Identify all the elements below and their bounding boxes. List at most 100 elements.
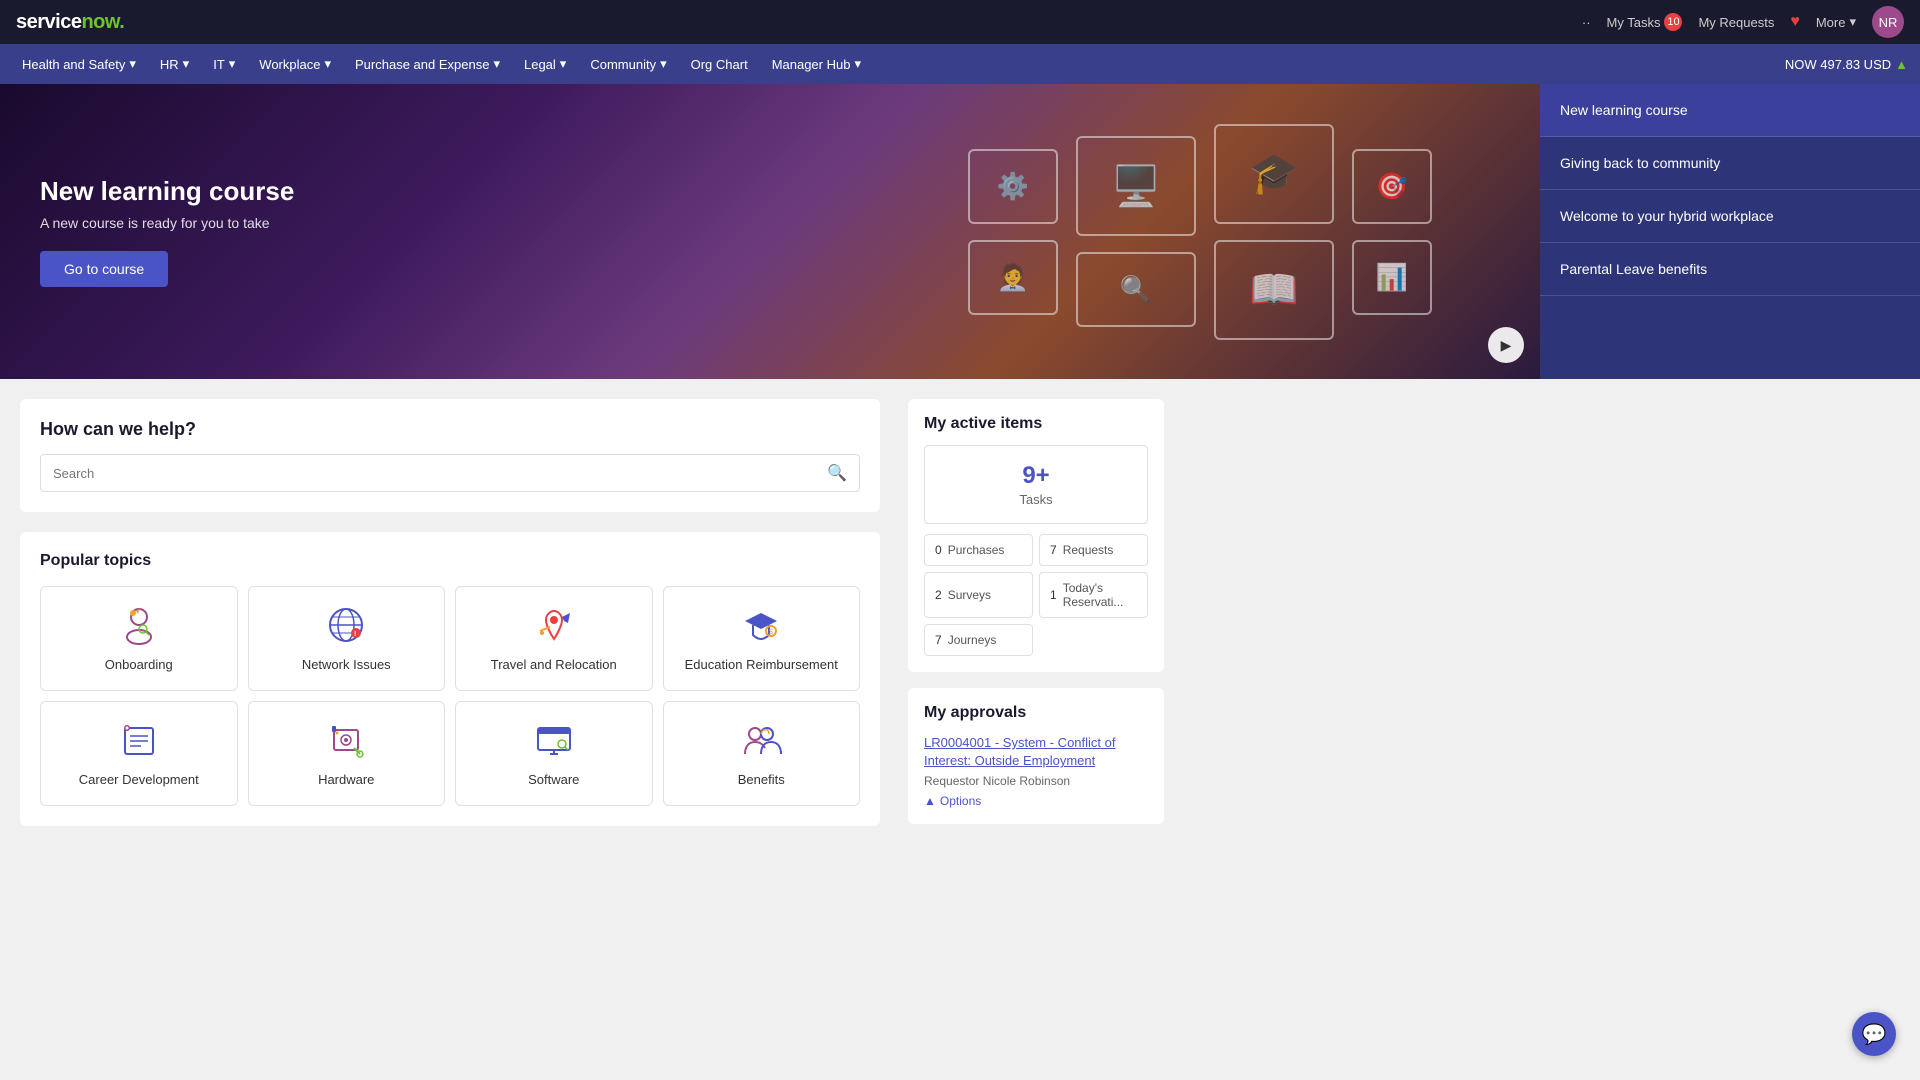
reservations-label: Today's Reservati... [1063,581,1137,609]
topic-software[interactable]: Software [455,701,653,806]
more-label: More [1816,15,1846,30]
chevron-down-icon: ▾ [854,56,861,72]
onboarding-icon [117,603,161,647]
benefits-label: Benefits [738,772,785,789]
education-label: Education Reimbursement [685,657,838,674]
hero-book-icon: 📖 [1214,240,1334,340]
nav-org-chart[interactable]: Org Chart [681,51,758,78]
tasks-count: 9+ [941,462,1131,490]
item-reservations[interactable]: 1 Today's Reservati... [1039,572,1148,618]
career-label: Career Development [79,772,199,789]
network-issues-label: Network Issues [302,657,391,674]
approval-requestor: Requestor Nicole Robinson [924,774,1148,788]
search-box[interactable]: 🔍 [40,454,860,492]
topic-benefits[interactable]: Benefits [663,701,861,806]
more-menu[interactable]: More ▾ [1816,14,1856,30]
chevron-down-icon: ▾ [229,56,236,72]
nav-items: Health and Safety ▾ HR ▾ IT ▾ Workplace … [12,50,871,78]
go-to-course-button[interactable]: Go to course [40,251,168,287]
topic-hardware[interactable]: Hardware [248,701,446,806]
nav-bar: Health and Safety ▾ HR ▾ IT ▾ Workplace … [0,44,1920,84]
favorites-heart-icon[interactable]: ♥ [1790,13,1800,31]
avatar[interactable]: NR [1872,6,1904,38]
network-icon: ! [324,603,368,647]
nav-community[interactable]: Community ▾ [580,50,676,78]
help-title: How can we help? [40,419,860,440]
topic-travel-relocation[interactable]: Travel and Relocation [455,586,653,691]
topic-education[interactable]: $ Education Reimbursement [663,586,861,691]
hero-subtitle: A new course is ready for you to take [40,215,294,231]
approval-link[interactable]: LR0004001 - System - Conflict of Interes… [924,734,1148,770]
software-label: Software [528,772,579,789]
surveys-count: 2 [935,588,942,602]
hero-chart-icon: 📊 [1352,240,1432,315]
currency-up-icon: ▲ [1895,57,1908,72]
hero-sidebar: New learning course Giving back to commu… [1540,84,1920,379]
logo-text: servicenow. [16,11,124,34]
requests-count: 7 [1050,543,1057,557]
journeys-count: 7 [935,633,942,647]
benefits-icon [739,718,783,762]
reservations-count: 1 [1050,588,1057,602]
hero-person-icon: 🧑‍💼 [968,240,1058,315]
approval-options[interactable]: ▲ Options [924,794,1148,808]
search-icon: 🔍 [827,463,847,483]
nav-health-safety[interactable]: Health and Safety ▾ [12,50,146,78]
nav-manager-hub[interactable]: Manager Hub ▾ [762,50,871,78]
hero-monitor-icon: 🖥️ [1076,136,1196,236]
search-input[interactable] [53,466,819,481]
dots-menu[interactable]: ·· [1582,15,1591,30]
nav-currency: NOW 497.83 USD ▲ [1785,57,1908,72]
topic-career[interactable]: Career Development [40,701,238,806]
travel-icon [532,603,576,647]
topic-network-issues[interactable]: ! Network Issues [248,586,446,691]
nav-hr[interactable]: HR ▾ [150,50,199,78]
item-journeys[interactable]: 7 Journeys [924,624,1033,656]
my-requests[interactable]: My Requests [1698,15,1774,30]
logo[interactable]: servicenow. [16,11,124,34]
help-section: How can we help? 🔍 [20,399,880,512]
hero-gear-icon: ⚙️ [968,149,1058,224]
topics-grid: Onboarding ! Network [40,586,860,806]
hardware-icon [324,718,368,762]
content-left: How can we help? 🔍 Popular topics [0,399,900,826]
topics-section: Popular topics Onboarding [20,532,880,826]
chevron-down-icon: ▾ [183,56,190,72]
hero: ⚙️ 🧑‍💼 🖥️ 🔍 🎓 📖 🎯 📊 New learning co [0,84,1920,379]
surveys-label: Surveys [948,588,991,602]
chat-button[interactable]: 💬 [1852,1012,1896,1056]
active-items-section: My active items 9+ Tasks 0 Purchases 7 R… [908,399,1164,672]
topic-onboarding[interactable]: Onboarding [40,586,238,691]
journeys-label: Journeys [948,633,997,647]
dots-icon: ·· [1582,15,1591,30]
my-tasks[interactable]: My Tasks 10 [1607,13,1683,31]
sidebar-item-giving-back[interactable]: Giving back to community [1540,137,1920,190]
nav-purchase-expense[interactable]: Purchase and Expense ▾ [345,50,510,78]
sidebar-item-new-learning[interactable]: New learning course [1540,84,1920,137]
logo-now: now [81,11,119,33]
play-button[interactable]: ▶ [1488,327,1524,363]
item-surveys[interactable]: 2 Surveys [924,572,1033,618]
sidebar-item-parental-leave[interactable]: Parental Leave benefits [1540,243,1920,296]
hero-title: New learning course [40,176,294,207]
item-purchases[interactable]: 0 Purchases [924,534,1033,566]
chevron-down-icon: ▾ [493,56,500,72]
content-right: My active items 9+ Tasks 0 Purchases 7 R… [900,399,1180,826]
hero-content: New learning course A new course is read… [40,176,294,287]
chevron-down-icon: ▾ [324,56,331,72]
nav-workplace[interactable]: Workplace ▾ [249,50,341,78]
sidebar-item-hybrid-workplace[interactable]: Welcome to your hybrid workplace [1540,190,1920,243]
my-requests-label: My Requests [1698,15,1774,30]
main-content: How can we help? 🔍 Popular topics [0,379,1920,846]
hero-target-icon: 🎯 [1352,149,1432,224]
nav-it[interactable]: IT ▾ [203,50,245,78]
topics-title: Popular topics [40,552,860,570]
onboarding-label: Onboarding [105,657,173,674]
chevron-down-icon: ▾ [129,56,136,72]
hero-main: ⚙️ 🧑‍💼 🖥️ 🔍 🎓 📖 🎯 📊 New learning co [0,84,1540,379]
nav-legal[interactable]: Legal ▾ [514,50,576,78]
career-icon [117,718,161,762]
item-requests[interactable]: 7 Requests [1039,534,1148,566]
hero-hat-icon: 🎓 [1214,124,1334,224]
top-bar: servicenow. ·· My Tasks 10 My Requests ♥… [0,0,1920,44]
